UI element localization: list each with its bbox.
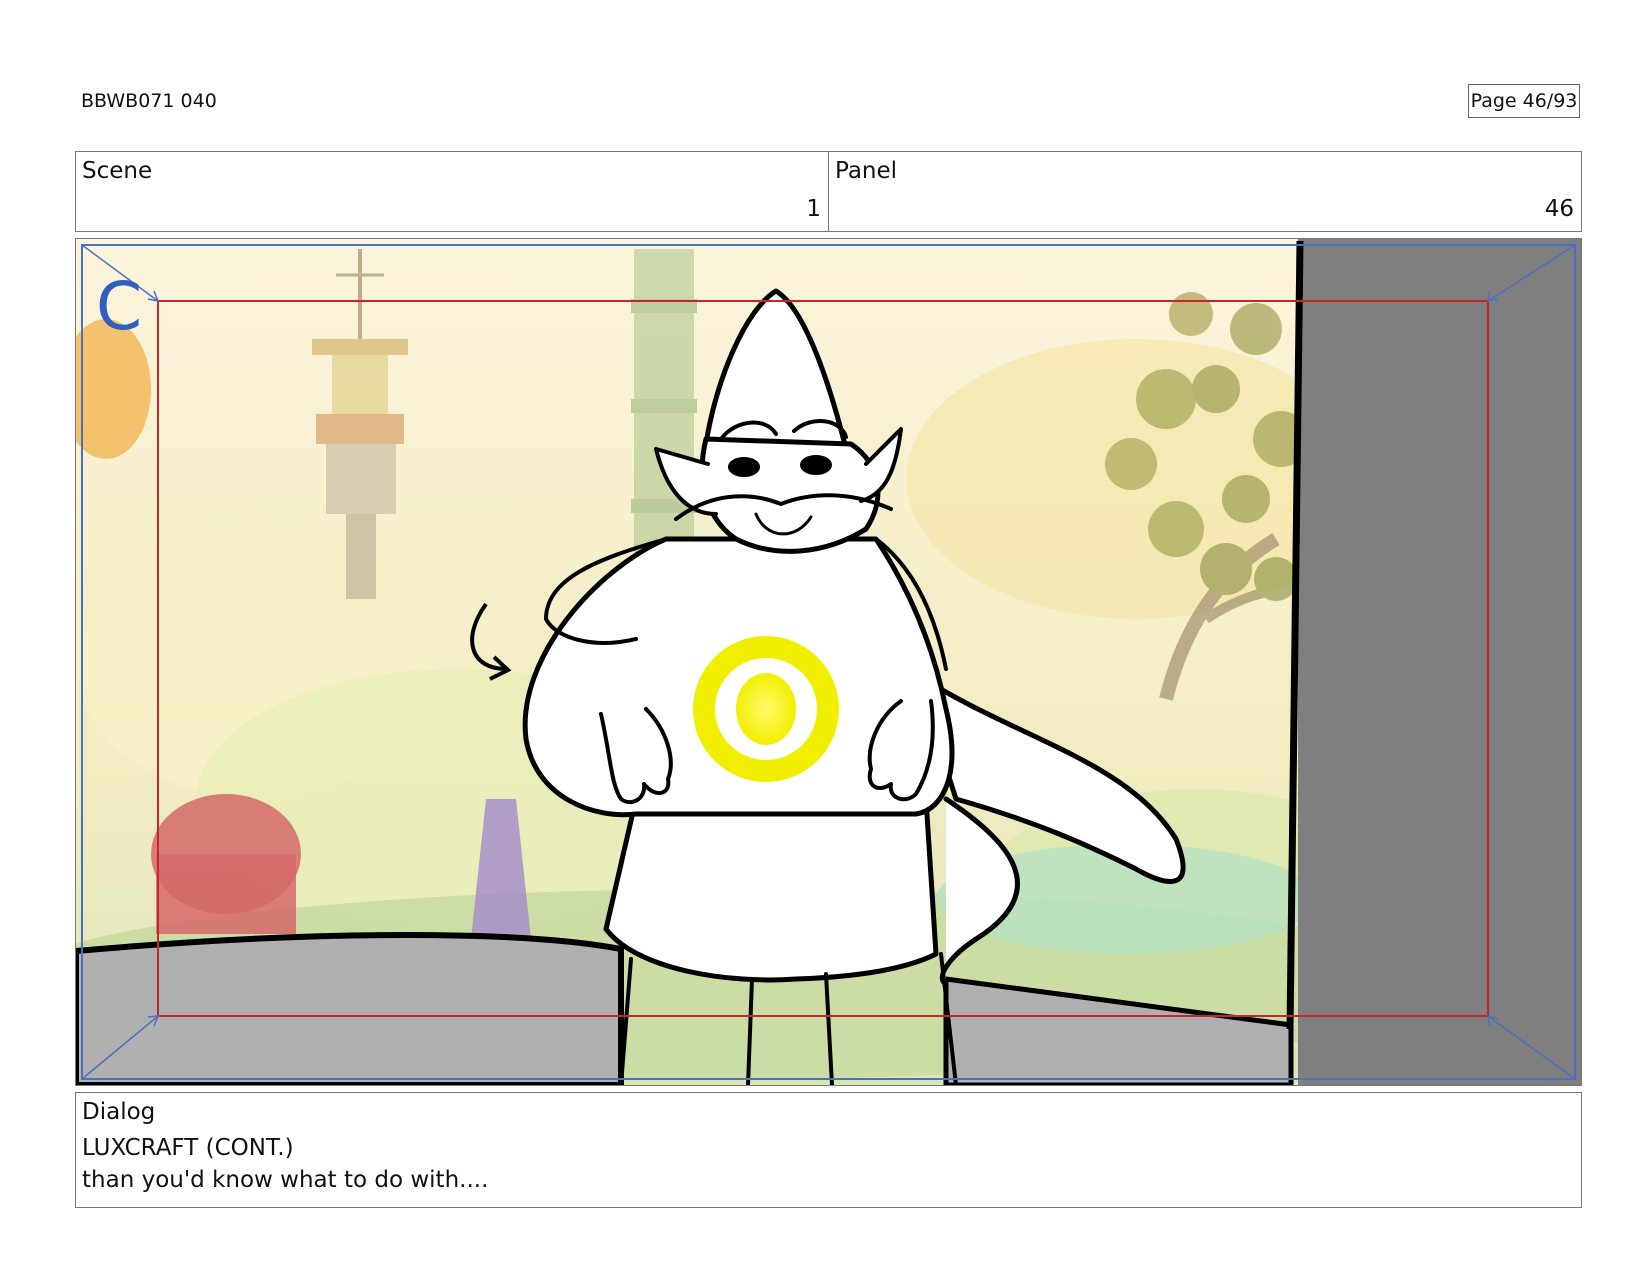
scene-number: 1 [806,196,821,222]
camera-letter: C [96,268,142,345]
dialog-line: than you'd know what to do with.... [82,1167,489,1193]
scene-cell: Scene 1 [76,152,828,231]
background-dome [156,854,296,934]
storyboard-drawing: C [76,239,1581,1085]
panel-cell: Panel 46 [828,152,1581,231]
page-counter: Page 46/93 [1468,84,1580,118]
scene-label: Scene [82,158,153,184]
panel-number: 46 [1544,196,1574,222]
dialog-label: Dialog [82,1099,156,1125]
glow-core [736,673,796,745]
dialog-speaker: LUXCRAFT (CONT.) [82,1135,294,1161]
dialog-box: Dialog LUXCRAFT (CONT.) than you'd know … [75,1092,1582,1208]
scene-panel-row: Scene 1 Panel 46 [75,151,1582,232]
right-wall [1298,239,1581,1085]
storyboard-frame: C [75,238,1582,1086]
panel-label: Panel [835,158,898,184]
episode-id: BBWB071 040 [81,90,217,112]
